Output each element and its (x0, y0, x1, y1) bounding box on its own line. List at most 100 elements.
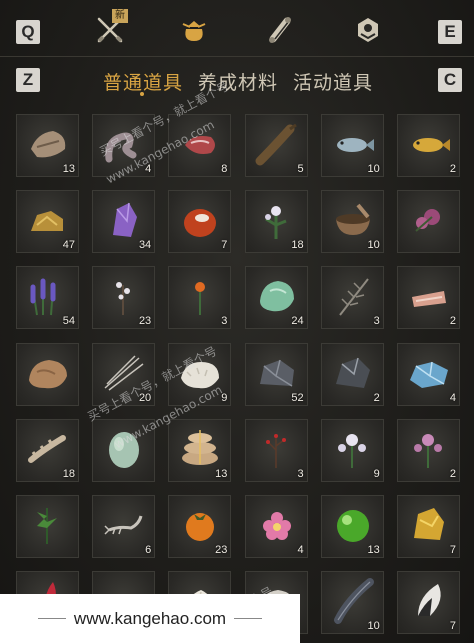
pink-flower-icon (262, 512, 291, 540)
gold-ore-icon (31, 211, 63, 232)
green-herb-icon (37, 508, 57, 544)
item-slot[interactable] (16, 495, 79, 558)
item-quantity: 52 (291, 391, 304, 404)
item-slot[interactable]: 2 (397, 114, 460, 177)
item-slot[interactable] (92, 418, 156, 482)
item-slot[interactable] (397, 190, 460, 254)
item-quantity: 23 (138, 315, 152, 328)
next-tab-key-e[interactable]: E (438, 20, 462, 44)
wood-bark-icon (31, 131, 66, 158)
tab-achievements[interactable] (350, 12, 386, 48)
item-quantity: 10 (367, 620, 380, 633)
new-badge: 新 (112, 9, 128, 23)
snake-skin-icon (105, 132, 137, 163)
item-slot[interactable]: 10 (320, 571, 384, 635)
white-flower-herb-icon (264, 206, 287, 240)
item-slot[interactable]: 7 (397, 571, 460, 635)
item-quantity: 5 (297, 163, 304, 175)
item-quantity: 18 (62, 467, 75, 480)
tab-items[interactable] (176, 12, 212, 48)
next-subtab-key-c[interactable]: C (438, 68, 462, 92)
golden-carp-icon (413, 138, 450, 152)
subtab-growth-materials[interactable]: 养成材料 (198, 68, 278, 95)
item-slot[interactable]: 6 (92, 495, 156, 558)
item-quantity: 3 (297, 467, 304, 480)
prev-tab-key-q[interactable]: Q (16, 20, 40, 44)
pink-chrysanthemum-icon (414, 433, 442, 468)
gold-nugget-icon (414, 508, 444, 540)
item-quantity: 2 (449, 315, 456, 328)
item-slot[interactable]: 23 (92, 266, 156, 330)
item-slot[interactable]: 4 (244, 495, 308, 558)
item-quantity: 2 (449, 467, 456, 480)
item-slot[interactable]: 52 (244, 342, 308, 406)
item-slot[interactable]: 4 (397, 342, 460, 406)
item-slot[interactable]: 47 (16, 190, 79, 254)
subtab-event-items[interactable]: 活动道具 (293, 68, 373, 95)
item-slot[interactable]: 10 (320, 190, 384, 254)
white-chrysanthemum-icon (337, 433, 366, 468)
item-slot[interactable]: 54 (16, 266, 79, 330)
red-agate-icon (184, 209, 217, 238)
item-slot[interactable]: 3 (244, 418, 308, 482)
item-slot[interactable]: 2 (320, 342, 384, 406)
item-slot[interactable]: 9 (168, 342, 232, 406)
item-slot[interactable]: 24 (244, 266, 308, 330)
item-quantity: 4 (297, 544, 304, 556)
item-slot[interactable]: 3 (168, 266, 232, 330)
item-slot[interactable]: 4 (92, 114, 156, 177)
item-slot[interactable]: 13 (168, 418, 232, 482)
scroll-icon (269, 17, 291, 43)
item-slot[interactable]: 8 (168, 114, 232, 177)
item-slot[interactable]: 2 (397, 266, 460, 330)
item-slot[interactable]: 23 (168, 495, 232, 558)
item-slot[interactable]: 10 (320, 114, 384, 177)
green-orb-icon (336, 510, 369, 542)
item-quantity: 54 (62, 315, 75, 328)
item-slot[interactable] (16, 342, 79, 406)
raw-meat-icon (185, 136, 216, 154)
red-berry-branch-icon (265, 433, 286, 468)
white-blossom-icon (116, 282, 131, 316)
item-slot[interactable]: 2 (397, 418, 460, 482)
lavender-icon (30, 278, 56, 316)
subtab-general-items[interactable]: 普通道具 (103, 68, 183, 95)
item-slot[interactable]: 34 (92, 190, 156, 254)
item-slot[interactable]: 13 (16, 114, 79, 177)
item-quantity: 2 (373, 391, 380, 404)
item-quantity: 4 (145, 163, 152, 175)
item-slot[interactable]: 18 (244, 190, 308, 254)
item-slot[interactable]: 5 (244, 114, 308, 177)
item-quantity: 2 (449, 163, 456, 175)
needles-icon (104, 355, 144, 391)
jade-egg-icon (109, 431, 140, 468)
black-white-feather-icon (418, 584, 441, 617)
amethyst-icon (113, 203, 138, 238)
brown-rock-icon (29, 359, 67, 388)
item-slot[interactable]: 9 (320, 418, 384, 482)
divider (0, 56, 474, 57)
catfish-icon (255, 123, 297, 166)
rice-bags-icon (182, 429, 219, 465)
orange-flower-icon (195, 282, 206, 316)
item-quantity: 20 (138, 391, 152, 404)
item-slot[interactable]: 18 (16, 418, 79, 482)
pouch-icon (182, 21, 206, 41)
tab-quests[interactable] (262, 12, 298, 48)
item-quantity: 18 (291, 239, 304, 252)
item-slot[interactable]: 7 (168, 190, 232, 254)
purple-flower-icon (415, 209, 440, 232)
item-quantity: 47 (62, 239, 75, 252)
scorpion-icon (104, 515, 143, 535)
item-slot[interactable]: 13 (320, 495, 384, 558)
prev-subtab-key-z[interactable]: Z (16, 68, 40, 92)
item-slot[interactable]: 7 (397, 495, 460, 558)
item-quantity: 23 (215, 544, 228, 556)
active-subtab-indicator (140, 92, 144, 96)
item-quantity: 9 (221, 391, 228, 404)
medal-icon (358, 18, 378, 42)
jade-stone-icon (259, 281, 294, 312)
item-slot[interactable]: 20 (92, 342, 156, 406)
item-quantity: 24 (291, 315, 304, 328)
item-slot[interactable]: 3 (320, 266, 384, 330)
